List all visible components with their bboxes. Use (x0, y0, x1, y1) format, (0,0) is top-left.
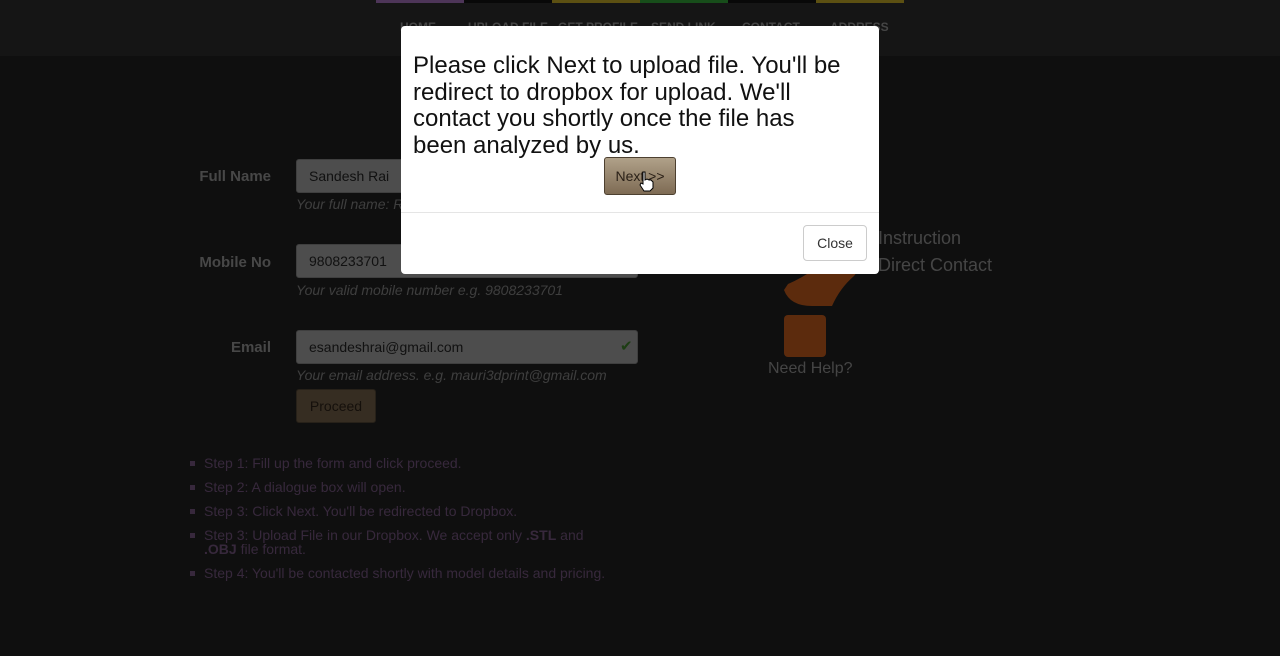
page: HOME UPLOAD FILE GET PROFILE SEND LINK C… (0, 0, 1280, 656)
close-button[interactable]: Close (803, 225, 867, 261)
dialog-message: Please click Next to upload file. You'll… (413, 52, 841, 159)
dialog-divider (401, 212, 879, 213)
upload-dialog: Please click Next to upload file. You'll… (401, 26, 879, 274)
hand-cursor-icon (639, 171, 654, 192)
